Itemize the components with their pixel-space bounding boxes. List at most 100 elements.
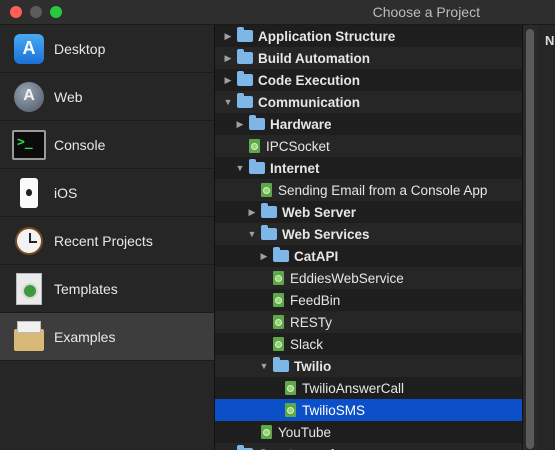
folder-icon: [237, 27, 253, 42]
project-file-icon: [285, 381, 296, 395]
tree-example-row[interactable]: FeedBin: [215, 289, 522, 311]
tree-folder-row[interactable]: ▶ Build Automation: [215, 47, 522, 69]
tree-example-row[interactable]: Sending Email from a Console App: [215, 179, 522, 201]
tree-folder-row[interactable]: ▼ Internet: [215, 157, 522, 179]
tree-example-row[interactable]: IPCSocket: [215, 135, 522, 157]
sidebar-item-console[interactable]: Console: [0, 121, 214, 169]
folder-icon: [237, 93, 253, 108]
disclosure-collapsed-icon[interactable]: ▶: [235, 119, 245, 129]
project-chooser-window: Choose a Project Desktop Web Console iOS…: [0, 0, 555, 450]
tree-example-row[interactable]: YouTube: [215, 421, 522, 443]
tree-row-label: IPCSocket: [266, 138, 330, 154]
tree-example-row[interactable]: Slack: [215, 333, 522, 355]
tree-row-label: Build Automation: [258, 50, 370, 66]
sidebar-item-templates[interactable]: Templates: [0, 265, 214, 313]
tree-scrollbar[interactable]: [522, 25, 538, 450]
window-title: Choose a Project: [372, 4, 480, 20]
tree-folder-row[interactable]: ▶ Application Structure: [215, 25, 522, 47]
web-app-icon: [14, 81, 44, 112]
tree-row-label: Hardware: [270, 116, 332, 132]
disclosure-expanded-icon[interactable]: ▼: [259, 361, 269, 371]
tree-row-label: Web Services: [282, 226, 370, 242]
scrollbar-thumb[interactable]: [526, 29, 534, 449]
tree-folder-row[interactable]: ▶ Web Server: [215, 201, 522, 223]
tree-row-label: FeedBin: [290, 292, 341, 308]
project-file-icon: [285, 403, 296, 417]
tree-row-label: EddiesWebService: [290, 270, 404, 286]
sidebar-item-ios[interactable]: iOS: [0, 169, 214, 217]
tree-folder-row[interactable]: ▼ Communication: [215, 91, 522, 113]
tree-row-label: Application Structure: [258, 28, 396, 44]
tree-folder-row[interactable]: ▼ Twilio: [215, 355, 522, 377]
tree-folder-row[interactable]: ▶Cryptography: [215, 443, 522, 450]
tree-example-row[interactable]: RESTy: [215, 311, 522, 333]
project-category-sidebar: Desktop Web Console iOS Recent Projects …: [0, 25, 215, 450]
details-heading-fragment: N: [545, 33, 555, 48]
folder-icon: [237, 49, 253, 64]
tree-example-row[interactable]: EddiesWebService: [215, 267, 522, 289]
examples-tree: ▶ Application Structure ▶ Build Automation ▶…: [215, 25, 522, 450]
project-file-icon: [273, 293, 284, 307]
disclosure-expanded-icon[interactable]: ▼: [247, 229, 257, 239]
tree-folder-row[interactable]: ▶ CatAPI: [215, 245, 522, 267]
disclosure-collapsed-icon[interactable]: ▶: [247, 207, 257, 217]
project-file-icon: [261, 425, 272, 439]
sidebar-item-label: iOS: [54, 184, 78, 201]
examples-folder-icon: [14, 320, 44, 351]
tree-folder-row[interactable]: ▶ Code Execution: [215, 69, 522, 91]
tree-row-label: RESTy: [290, 314, 333, 330]
folder-icon: [273, 247, 289, 262]
ios-phone-icon: [20, 177, 38, 208]
project-file-icon: [249, 139, 260, 153]
project-file-icon: [273, 337, 284, 351]
tree-example-row[interactable]: TwilioAnswerCall: [215, 377, 522, 399]
folder-icon: [273, 357, 289, 372]
sidebar-item-recent-projects[interactable]: Recent Projects: [0, 217, 214, 265]
tree-row-label: Twilio: [294, 358, 332, 374]
tree-row-label: Slack: [290, 336, 324, 352]
sidebar-item-examples[interactable]: Examples: [0, 313, 214, 361]
folder-icon: [261, 225, 277, 240]
tree-folder-row[interactable]: ▶ Hardware: [215, 113, 522, 135]
folder-icon: [249, 159, 265, 174]
details-pane: N: [538, 25, 555, 450]
tree-folder-row[interactable]: ▼ Web Services: [215, 223, 522, 245]
clock-icon: [15, 226, 43, 255]
template-file-icon: [16, 272, 42, 305]
sidebar-item-desktop[interactable]: Desktop: [0, 25, 214, 73]
title-bar[interactable]: Choose a Project: [0, 0, 555, 25]
console-terminal-icon: [12, 129, 46, 160]
disclosure-collapsed-icon[interactable]: ▶: [259, 251, 269, 261]
sidebar-item-web[interactable]: Web: [0, 73, 214, 121]
desktop-app-icon: [14, 33, 44, 64]
tree-row-label: Web Server: [282, 204, 357, 220]
sidebar-item-label: Recent Projects: [54, 232, 153, 249]
disclosure-expanded-icon[interactable]: ▼: [223, 97, 233, 107]
tree-example-row[interactable]: TwilioSMS: [215, 399, 522, 421]
folder-icon: [261, 203, 277, 218]
project-file-icon: [273, 315, 284, 329]
tree-row-label: Sending Email from a Console App: [278, 182, 488, 198]
tree-row-label: YouTube: [278, 424, 332, 440]
tree-row-label: Cryptography: [258, 447, 347, 450]
sidebar-item-label: Console: [54, 136, 106, 153]
disclosure-collapsed-icon[interactable]: ▶: [223, 31, 233, 41]
tree-row-label: Internet: [270, 160, 320, 176]
disclosure-collapsed-icon[interactable]: ▶: [223, 53, 233, 63]
folder-icon: [237, 71, 253, 86]
project-file-icon: [273, 271, 284, 285]
sidebar-item-label: Web: [54, 88, 83, 105]
disclosure-collapsed-icon[interactable]: ▶: [223, 75, 233, 85]
sidebar-item-label: Examples: [54, 328, 116, 345]
project-file-icon: [261, 183, 272, 197]
tree-row-label: TwilioSMS: [302, 402, 366, 418]
disclosure-expanded-icon[interactable]: ▼: [235, 163, 245, 173]
